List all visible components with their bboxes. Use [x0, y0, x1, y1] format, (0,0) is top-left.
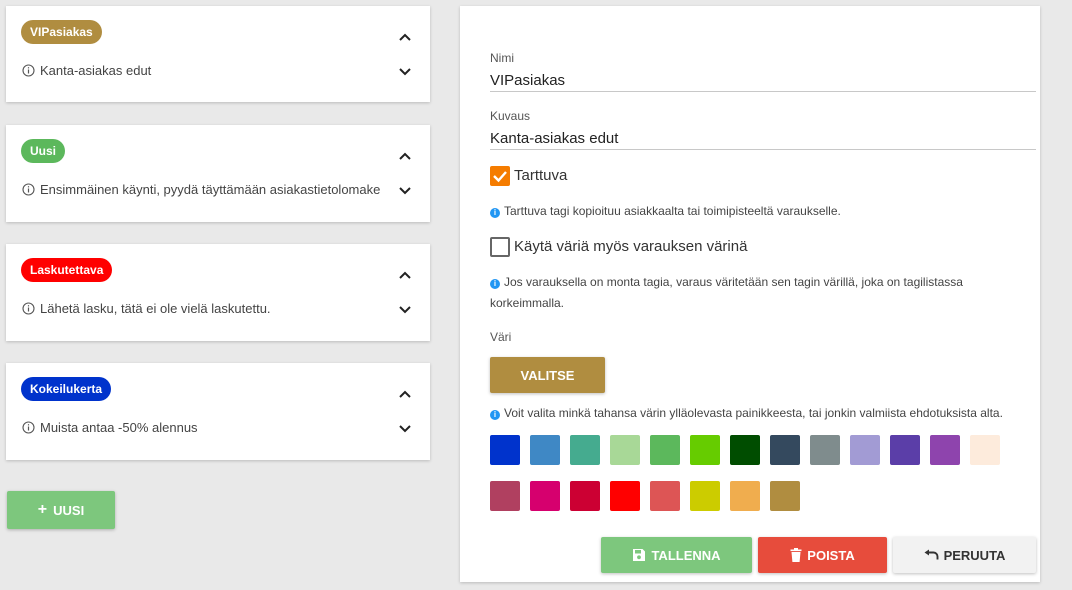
- color-hint: i Voit valita minkä tahansa värin ylläole…: [490, 403, 1003, 424]
- color-swatch[interactable]: [490, 481, 520, 511]
- info-icon: i: [490, 410, 500, 420]
- color-swatch[interactable]: [610, 435, 640, 465]
- chevron-up-icon[interactable]: [398, 30, 412, 44]
- chevron-down-icon[interactable]: [398, 302, 412, 316]
- sticky-label: Tarttuva: [514, 167, 568, 184]
- tag-card[interactable]: Laskutettava Lähetä lasku, tätä ei ole vi…: [6, 244, 430, 341]
- save-icon: [633, 549, 646, 561]
- color-swatch[interactable]: [730, 481, 760, 511]
- color-swatch[interactable]: [530, 435, 560, 465]
- tag-card[interactable]: Uusi Ensimmäinen käynti, pyydä täyttämään…: [6, 125, 430, 222]
- color-swatch[interactable]: [730, 435, 760, 465]
- color-swatch[interactable]: [970, 435, 1000, 465]
- name-input[interactable]: VIPasiakas: [490, 72, 565, 89]
- name-label: Nimi: [490, 51, 514, 65]
- color-swatch[interactable]: [530, 481, 560, 511]
- cancel-label: PERUUTA: [943, 547, 1006, 563]
- save-label: TALLENNA: [651, 547, 721, 563]
- tag-description-text: Ensimmäinen käynti, pyydä täyttämään asi…: [40, 182, 381, 197]
- info-icon: i: [490, 279, 500, 289]
- tag-card[interactable]: Kokeilukerta Muista antaa -50% alennus: [6, 363, 430, 460]
- description-input[interactable]: Kanta-asiakas edut: [490, 130, 618, 147]
- info-icon: i: [490, 208, 500, 218]
- tag-badge: Laskutettava: [21, 258, 113, 282]
- new-tag-label: UUSI: [53, 502, 85, 518]
- tag-description: Muista antaa -50% alennus: [22, 420, 198, 435]
- use-color-checkbox[interactable]: [490, 237, 510, 257]
- tag-description: Lähetä lasku, tätä ei ole vielä laskutet…: [22, 301, 271, 316]
- color-swatch[interactable]: [930, 435, 960, 465]
- chevron-down-icon[interactable]: [398, 183, 412, 197]
- info-outline-icon: [22, 64, 35, 77]
- color-swatch[interactable]: [650, 435, 680, 465]
- sticky-hint: i Tarttuva tagi kopioituu asiakkaalta tai…: [490, 201, 841, 222]
- description-label: Kuvaus: [490, 109, 531, 123]
- check-icon: [493, 171, 507, 183]
- delete-label: POISTA: [807, 547, 855, 563]
- use-color-hint: i Jos varauksella on monta tagia, varaus …: [490, 275, 963, 310]
- tag-description: Kanta-asiakas edut: [22, 63, 151, 78]
- tag-description-text: Kanta-asiakas edut: [40, 63, 152, 78]
- info-outline-icon: [22, 302, 35, 315]
- color-swatch[interactable]: [810, 435, 840, 465]
- color-swatch[interactable]: [770, 481, 800, 511]
- description-underline: [490, 149, 1036, 150]
- delete-button[interactable]: POISTA: [758, 537, 887, 573]
- color-swatch[interactable]: [650, 481, 680, 511]
- color-label: Väri: [490, 330, 512, 344]
- info-outline-icon: [22, 421, 35, 434]
- chevron-down-icon[interactable]: [398, 64, 412, 78]
- color-swatch[interactable]: [890, 435, 920, 465]
- tag-card[interactable]: VIPasiakas Kanta-asiakas edut: [6, 6, 430, 102]
- color-swatch[interactable]: [570, 481, 600, 511]
- plus-icon: +: [37, 501, 48, 518]
- tag-badge: VIPasiakas: [21, 20, 102, 44]
- info-outline-icon: [22, 183, 35, 196]
- color-swatch[interactable]: [770, 435, 800, 465]
- new-tag-button[interactable]: + UUSI: [7, 491, 115, 529]
- chevron-up-icon[interactable]: [398, 268, 412, 282]
- color-swatch[interactable]: [690, 435, 720, 465]
- tag-description-text: Lähetä lasku, tätä ei ole vielä laskutet…: [40, 301, 271, 316]
- trash-icon: [790, 548, 802, 562]
- tag-badge: Uusi: [21, 139, 66, 163]
- chevron-up-icon[interactable]: [398, 149, 412, 163]
- name-underline: [490, 91, 1036, 92]
- tag-edit-panel: Nimi VIPasiakas Kuvaus Kanta-asiakas edu…: [460, 6, 1040, 582]
- cancel-button[interactable]: PERUUTA: [893, 537, 1036, 573]
- sticky-checkbox[interactable]: [490, 166, 510, 186]
- color-swatch[interactable]: [850, 435, 880, 465]
- color-swatch[interactable]: [570, 435, 600, 465]
- tag-badge: Kokeilukerta: [21, 377, 112, 401]
- color-swatch[interactable]: [610, 481, 640, 511]
- chevron-up-icon[interactable]: [398, 387, 412, 401]
- undo-icon: [924, 549, 939, 560]
- save-button[interactable]: TALLENNA: [601, 537, 752, 573]
- choose-color-button[interactable]: VALITSE: [490, 357, 605, 393]
- tag-description-text: Muista antaa -50% alennus: [40, 420, 198, 435]
- use-color-label: Käytä väriä myös varauksen värinä: [514, 238, 748, 255]
- color-swatch[interactable]: [690, 481, 720, 511]
- color-swatch[interactable]: [490, 435, 520, 465]
- chevron-down-icon[interactable]: [398, 421, 412, 435]
- tag-description: Ensimmäinen käynti, pyydä täyttämään asi…: [22, 182, 380, 197]
